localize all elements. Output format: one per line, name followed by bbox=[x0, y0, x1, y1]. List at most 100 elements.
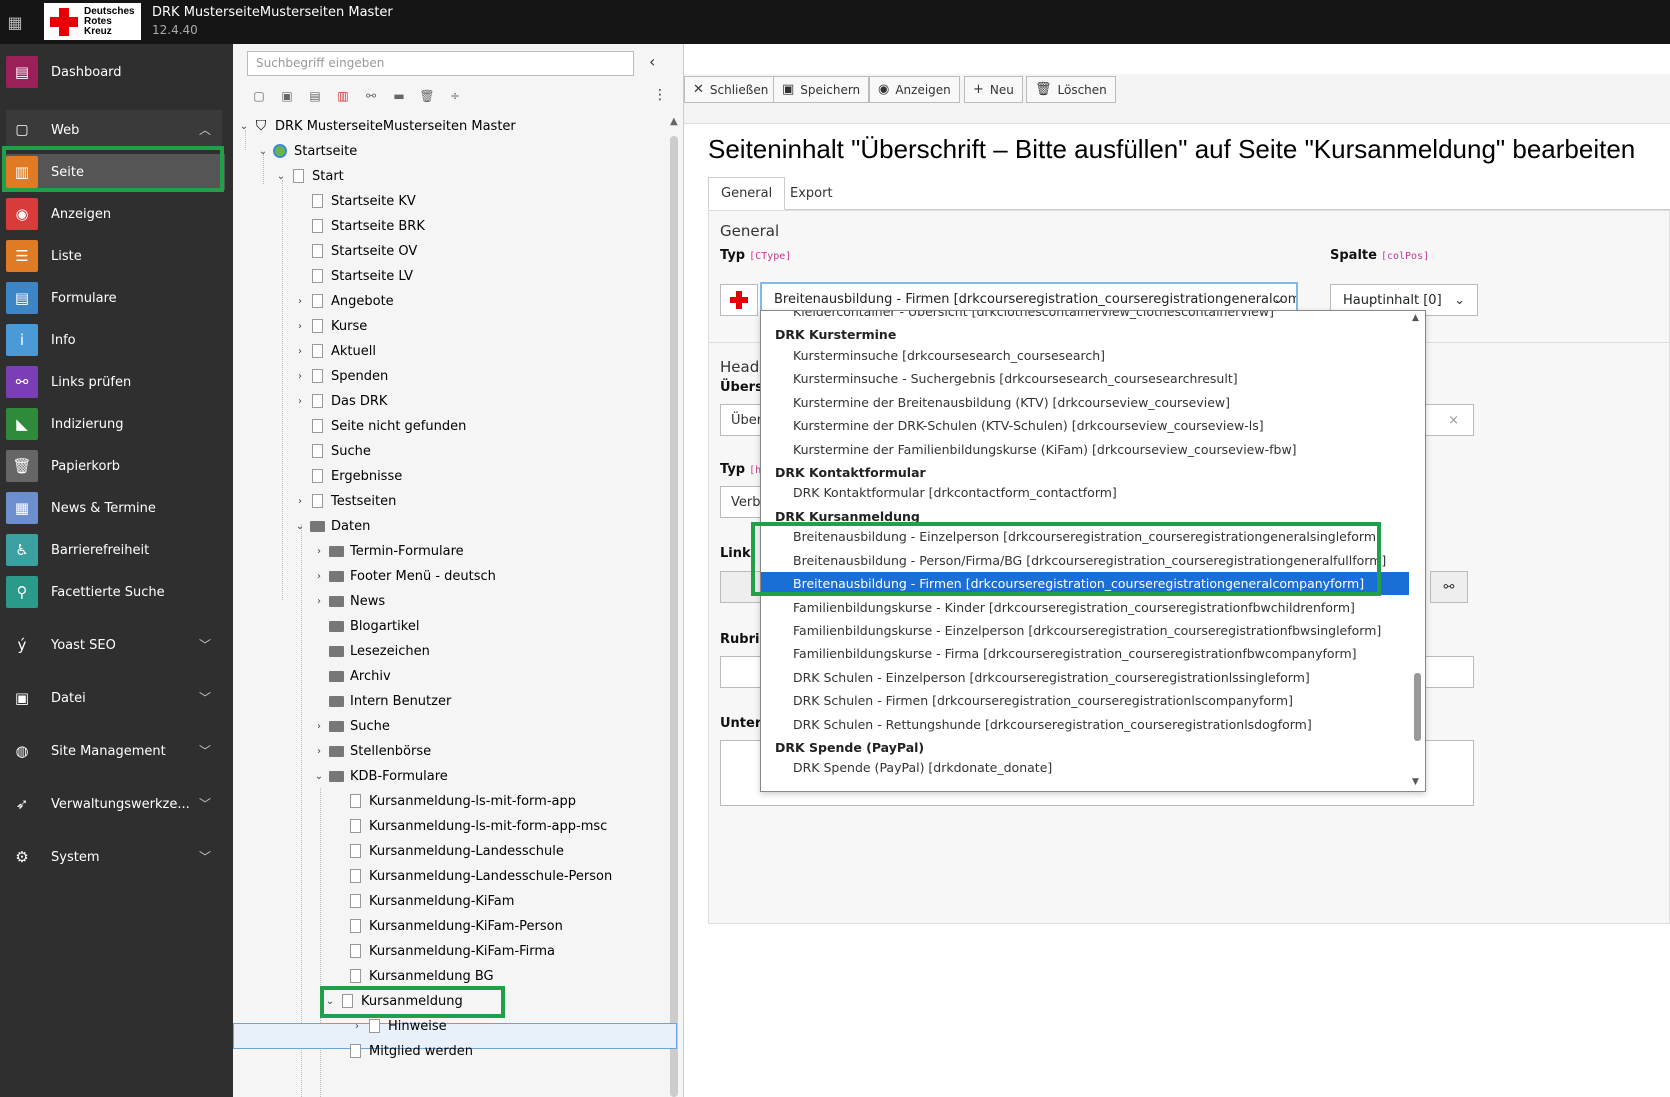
module-links-pruefen[interactable]: ⚯ Links prüfen bbox=[6, 364, 225, 400]
tree-node[interactable]: Startseite KV bbox=[293, 189, 416, 213]
scrollbar-thumb[interactable] bbox=[1414, 673, 1421, 741]
dropdown-option[interactable]: Familienbildungskurse - Firma [drkcourse… bbox=[761, 642, 1409, 665]
tree-node[interactable]: Intern Benutzer bbox=[312, 689, 451, 713]
dropdown-option[interactable]: Kurstermine der Breitenausbildung (KTV) … bbox=[761, 391, 1409, 414]
link-wizard-button[interactable]: ⚯ bbox=[1430, 571, 1468, 603]
tree-node[interactable]: › Angebote bbox=[293, 289, 394, 313]
tree-node[interactable]: Startseite LV bbox=[293, 264, 413, 288]
link-icon[interactable]: ⚯ bbox=[359, 85, 383, 107]
module-group-system[interactable]: ⚙ System ﹀ bbox=[6, 839, 225, 875]
ctype-dropdown-list[interactable]: Kleidercontainer - Übersicht [drkclothes… bbox=[760, 310, 1426, 792]
tree-node[interactable]: Kursanmeldung-Landesschule bbox=[331, 839, 564, 863]
tree-node[interactable]: › Kurse bbox=[293, 314, 367, 338]
module-indizierung[interactable]: ◣ Indizierung bbox=[6, 406, 225, 442]
module-seite[interactable]: ▥ Seite bbox=[6, 154, 225, 190]
chevron-right-icon[interactable]: › bbox=[293, 321, 307, 332]
collapse-tree-icon[interactable]: ‹ bbox=[649, 52, 655, 71]
dropdown-option[interactable]: DRK Schulen - Rettungshunde [drkcoursere… bbox=[761, 713, 1409, 736]
tree-node[interactable]: Kursanmeldung-KiFam bbox=[331, 889, 514, 913]
new-page-icon[interactable]: ▢ bbox=[247, 85, 271, 107]
new-page-external-icon[interactable]: ▥ bbox=[331, 85, 355, 107]
dropdown-option[interactable]: DRK Kontaktformular [drkcontactform_cont… bbox=[761, 481, 1409, 504]
tree-node[interactable]: Lesezeichen bbox=[312, 639, 430, 663]
expand-toggle-icon[interactable]: ⌄ bbox=[312, 771, 326, 782]
chevron-right-icon[interactable]: › bbox=[312, 571, 326, 582]
chevron-right-icon[interactable]: › bbox=[312, 596, 326, 607]
tree-node[interactable]: Seite nicht gefunden bbox=[293, 414, 466, 438]
tab-export[interactable]: Export bbox=[778, 177, 845, 210]
dropdown-option[interactable]: Kursterminsuche - Suchergebnis [drkcours… bbox=[761, 367, 1409, 390]
dropdown-option[interactable]: Kurstermine der DRK-Schulen (KTV-Schulen… bbox=[761, 414, 1409, 437]
module-formulare[interactable]: ▤ Formulare bbox=[6, 280, 225, 316]
new-button[interactable]: + Neu bbox=[964, 76, 1023, 103]
module-group-yoast[interactable]: ý Yoast SEO ﹀ bbox=[6, 627, 225, 663]
folder-icon[interactable]: ▬ bbox=[387, 85, 411, 107]
tree-node[interactable]: › Aktuell bbox=[293, 339, 376, 363]
expand-toggle-icon[interactable]: ⌄ bbox=[256, 146, 270, 157]
dropdown-option[interactable]: Kurstermine der Familienbildungskurse (K… bbox=[761, 438, 1409, 461]
tree-scrollbar[interactable]: ▲ bbox=[670, 116, 678, 1097]
expand-toggle-icon[interactable]: ⌄ bbox=[274, 171, 288, 182]
trash-icon[interactable]: 🗑 bbox=[415, 85, 439, 107]
dropdown-option[interactable]: Familienbildungskurse - Einzelperson [dr… bbox=[761, 619, 1409, 642]
dropdown-option[interactable]: Familienbildungskurse - Kinder [drkcours… bbox=[761, 596, 1409, 619]
module-liste[interactable]: ☰ Liste bbox=[6, 238, 225, 274]
chevron-right-icon[interactable]: › bbox=[293, 496, 307, 507]
dropdown-option[interactable]: Kleidercontainer - Übersicht [drkclothes… bbox=[761, 311, 1409, 323]
tree-node[interactable]: › Suche bbox=[312, 714, 390, 738]
tree-search-input[interactable]: Suchbegriff eingeben bbox=[247, 51, 634, 76]
module-group-verwaltung[interactable]: ➶ Verwaltungswerkze... ﹀ bbox=[6, 786, 225, 822]
expand-toggle-icon[interactable]: ⌄ bbox=[323, 996, 337, 1007]
scrollbar-thumb[interactable] bbox=[670, 136, 678, 1097]
tree-node[interactable]: › News bbox=[312, 589, 385, 613]
tree-node[interactable]: Blogartikel bbox=[312, 614, 419, 638]
divider-icon[interactable]: ÷ bbox=[443, 85, 467, 107]
tree-node[interactable]: Ergebnisse bbox=[293, 464, 402, 488]
tab-general[interactable]: General bbox=[708, 177, 786, 210]
dropdown-option[interactable]: Breitenausbildung - Einzelperson [drkcou… bbox=[761, 525, 1409, 548]
dropdown-option[interactable]: Kursterminsuche [drkcoursesearch_courses… bbox=[761, 344, 1409, 367]
module-group-site-management[interactable]: ◍ Site Management ﹀ bbox=[6, 733, 225, 769]
module-facettierte-suche[interactable]: ⚲ Facettierte Suche bbox=[6, 574, 225, 610]
module-dashboard[interactable]: ▤ Dashboard bbox=[6, 54, 225, 90]
chevron-right-icon[interactable]: › bbox=[312, 721, 326, 732]
module-news[interactable]: ▦ News & Termine bbox=[6, 490, 225, 526]
chevron-right-icon[interactable]: › bbox=[350, 1021, 364, 1032]
tree-node[interactable]: › Termin-Formulare bbox=[312, 539, 464, 563]
delete-button[interactable]: 🗑 Löschen bbox=[1026, 76, 1116, 103]
tree-node[interactable]: Suche bbox=[293, 439, 371, 463]
tree-node[interactable]: ⌄ KDB-Formulare bbox=[312, 764, 448, 788]
module-group-web[interactable]: ▢ Web ︿ bbox=[6, 112, 225, 148]
tree-node[interactable]: › Footer Menü - deutsch bbox=[312, 564, 496, 588]
tree-node[interactable]: Kursanmeldung-KiFam-Firma bbox=[331, 939, 555, 963]
module-anzeigen[interactable]: ◉ Anzeigen bbox=[6, 196, 225, 232]
module-info[interactable]: i Info bbox=[6, 322, 225, 358]
tree-node[interactable]: Mitglied werden bbox=[331, 1039, 473, 1063]
tree-node[interactable]: ⌄ Daten bbox=[293, 514, 371, 538]
tree-node[interactable]: › Das DRK bbox=[293, 389, 387, 413]
dropdown-option[interactable]: DRK Spende (PayPal) [drkdonate_donate] bbox=[761, 756, 1409, 779]
chevron-right-icon[interactable]: › bbox=[293, 346, 307, 357]
module-papierkorb[interactable]: 🗑 Papierkorb bbox=[6, 448, 225, 484]
save-button[interactable]: ▣ Speichern bbox=[773, 76, 870, 103]
module-barrierefreiheit[interactable]: ♿ Barrierefreiheit bbox=[6, 532, 225, 568]
new-page-special-icon[interactable]: ▣ bbox=[275, 85, 299, 107]
dropdown-option[interactable]: Breitenausbildung - Person/Firma/BG [drk… bbox=[761, 549, 1409, 572]
more-options-icon[interactable]: ⋮ bbox=[653, 87, 667, 103]
tree-node[interactable]: › Testseiten bbox=[293, 489, 396, 513]
expand-toggle-icon[interactable]: ⌄ bbox=[237, 121, 251, 132]
tree-node[interactable]: Startseite OV bbox=[293, 239, 417, 263]
tree-node[interactable]: Kursanmeldung BG bbox=[331, 964, 494, 988]
tree-node[interactable]: › Spenden bbox=[293, 364, 388, 388]
tree-node-root[interactable]: ⌄ ⛉ DRK MusterseiteMusterseiten Master bbox=[237, 114, 516, 138]
chevron-right-icon[interactable]: › bbox=[312, 746, 326, 757]
tree-node[interactable]: Kursanmeldung-KiFam-Person bbox=[331, 914, 563, 938]
tree-node[interactable]: Startseite BRK bbox=[293, 214, 425, 238]
chevron-right-icon[interactable]: › bbox=[293, 371, 307, 382]
chevron-right-icon[interactable]: › bbox=[293, 296, 307, 307]
tree-node-kursanmeldung-selected[interactable]: ⌄ Kursanmeldung bbox=[323, 989, 463, 1013]
tree-node[interactable]: ⌄ Startseite bbox=[256, 139, 357, 163]
close-button[interactable]: ✕ Schließen bbox=[684, 76, 778, 103]
drk-logo[interactable]: Deutsches Rotes Kreuz bbox=[44, 3, 141, 40]
expand-toggle-icon[interactable]: ⌄ bbox=[293, 521, 307, 532]
